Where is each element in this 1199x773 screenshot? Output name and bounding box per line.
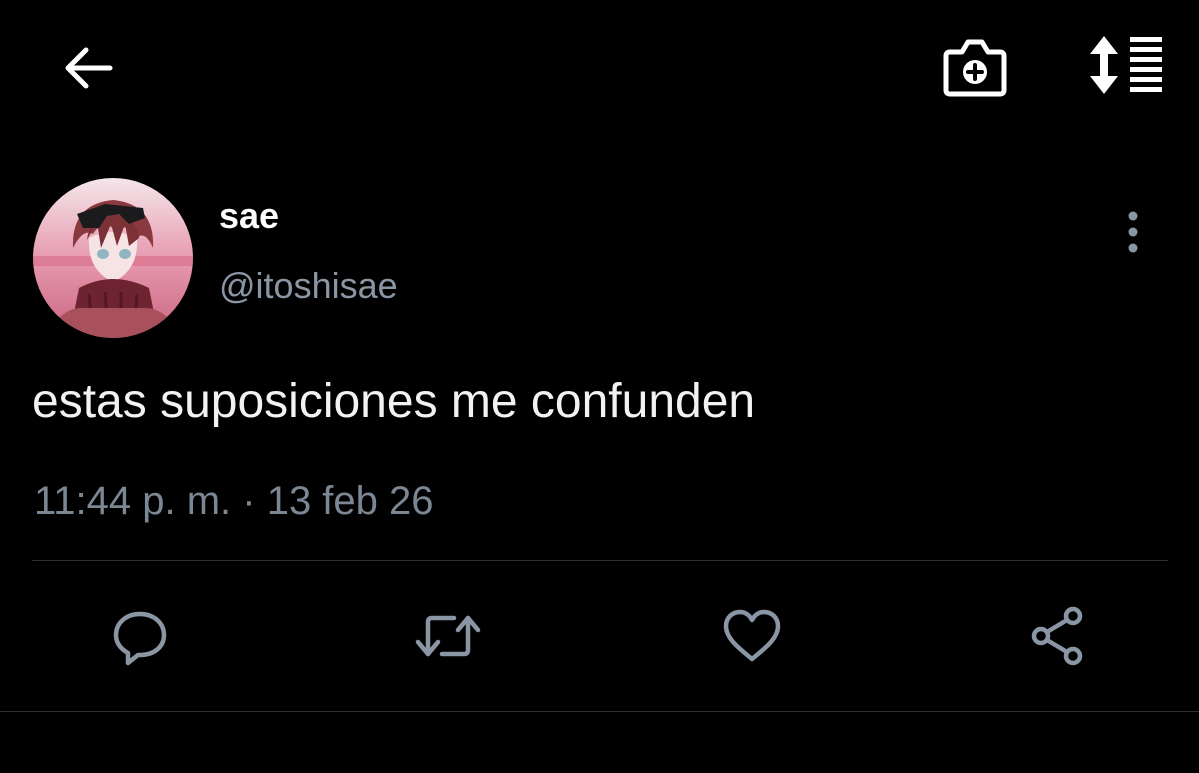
camera-plus-icon — [943, 39, 1007, 97]
tweet-timestamp[interactable]: 11:44 p. m. · 13 feb 26 — [34, 478, 434, 524]
sort-list-icon — [1090, 36, 1162, 94]
camera-button[interactable] — [938, 30, 1012, 104]
reply-button[interactable] — [100, 596, 180, 676]
comment-bubble-icon — [113, 611, 167, 666]
display-name[interactable]: sae — [219, 196, 398, 236]
retweet-icon — [415, 615, 481, 657]
tweet-text: estas suposiciones me confunden — [32, 375, 756, 428]
heart-icon — [723, 609, 781, 662]
more-options-button[interactable] — [1110, 204, 1156, 260]
divider — [32, 560, 1168, 561]
vertical-dots-icon — [1128, 211, 1138, 253]
back-button[interactable] — [52, 36, 124, 100]
avatar[interactable] — [33, 178, 193, 338]
user-handle[interactable]: @itoshisae — [219, 266, 398, 306]
author-info: sae @itoshisae — [219, 196, 398, 306]
share-button[interactable] — [1019, 596, 1099, 676]
top-bar — [0, 0, 1199, 140]
divider — [0, 711, 1199, 712]
action-bar — [0, 590, 1199, 680]
retweet-button[interactable] — [408, 596, 488, 676]
arrow-left-icon — [65, 47, 113, 89]
sort-button[interactable] — [1080, 30, 1168, 100]
share-icon — [1031, 606, 1083, 666]
like-button[interactable] — [712, 596, 792, 676]
avatar-anime-character — [33, 178, 193, 338]
